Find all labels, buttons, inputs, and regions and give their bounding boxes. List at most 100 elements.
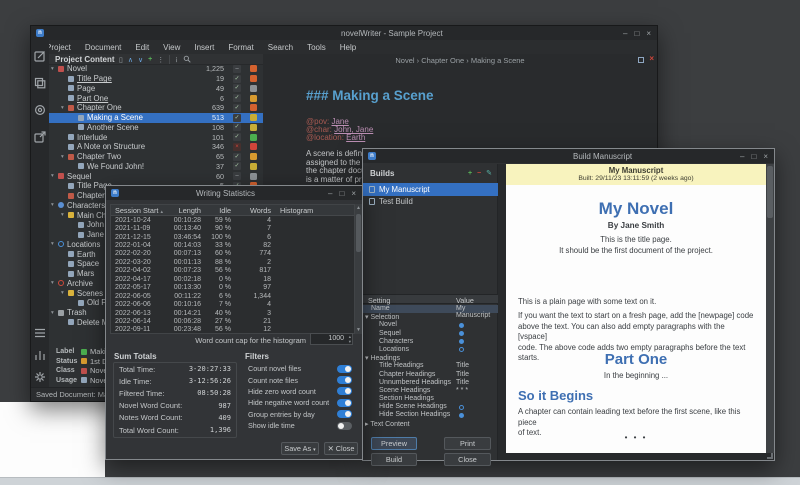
main-titlebar[interactable]: n novelWriter - Sample Project xyxy=(31,26,657,40)
bookmark-icon[interactable]: ▯ xyxy=(119,56,123,64)
col-session-start[interactable]: Session Start ▴ xyxy=(111,206,167,215)
cap-spinbox[interactable]: 1000▴▾ xyxy=(310,333,353,345)
tree-row[interactable]: Making a Scene 513 ✓ xyxy=(49,113,263,123)
writing-stats-icon[interactable] xyxy=(34,348,46,360)
scroll-up-icon[interactable]: ▲ xyxy=(355,205,362,211)
col-length[interactable]: Length xyxy=(167,206,201,215)
preview-scrollbar[interactable] xyxy=(766,164,774,453)
taskbar[interactable] xyxy=(0,477,800,485)
session-row[interactable]: 2022-02-20 00:07:13 60 % 774 xyxy=(111,250,354,258)
tree-row[interactable]: ▾ Chapter Two 65 ✓ xyxy=(49,152,263,162)
editor-close-icon[interactable]: × xyxy=(649,54,654,63)
table-header-row[interactable]: Session Start ▴ Length Idle Words Histog… xyxy=(111,205,354,216)
session-row[interactable]: 2022-01-04 00:14:03 33 % 82 xyxy=(111,241,354,249)
setting-toggle-dot[interactable] xyxy=(459,405,464,410)
stats-titlebar[interactable]: n Writing Statistics xyxy=(106,186,362,200)
preview-button[interactable]: Preview xyxy=(371,437,417,450)
add-item-icon[interactable]: + xyxy=(148,56,152,63)
setting-row[interactable]: Scene Headings * * * xyxy=(363,387,498,395)
expand-arrow-icon[interactable]: ▾ xyxy=(51,241,58,247)
tree-row[interactable]: ▾ Novel 1,225 – xyxy=(49,64,263,74)
tree-row[interactable]: We Found John! 37 ✓ xyxy=(49,162,263,172)
session-row[interactable]: 2022-06-14 00:06:28 27 % 21 xyxy=(111,317,354,325)
export-icon[interactable] xyxy=(34,130,46,142)
settings-gear-icon[interactable] xyxy=(34,370,46,382)
setting-toggle-dot[interactable] xyxy=(459,307,464,312)
setting-toggle-dot[interactable] xyxy=(459,339,464,344)
session-row[interactable]: 2022-06-05 00:11:22 6 % 1,344 xyxy=(111,292,354,300)
setting-toggle-dot[interactable] xyxy=(459,331,464,336)
menu-item[interactable]: Document xyxy=(78,43,128,52)
tree-row[interactable]: ▾ Sequel 60 – xyxy=(49,171,263,181)
session-row[interactable]: 2022-04-02 00:07:23 56 % 817 xyxy=(111,267,354,275)
minimize-icon[interactable]: – xyxy=(328,189,332,198)
setting-toggle-dot[interactable] xyxy=(459,347,464,352)
menu-item[interactable]: Help xyxy=(333,43,363,52)
expand-arrow-icon[interactable]: ▾ xyxy=(51,310,58,316)
expand-arrow-icon[interactable]: ▾ xyxy=(51,202,58,208)
active-checkbox[interactable]: ✓ xyxy=(233,104,241,112)
tree-row[interactable]: Page 49 ✓ xyxy=(49,84,263,94)
active-checkbox[interactable]: ✓ xyxy=(233,153,241,161)
build-list-item[interactable]: My Manuscript xyxy=(363,183,498,196)
search-icon[interactable] xyxy=(183,55,191,65)
active-checkbox[interactable]: ✓ xyxy=(233,133,241,141)
toggle-switch[interactable] xyxy=(337,387,352,395)
setting-toggle-dot[interactable] xyxy=(459,413,464,418)
col-idle[interactable]: Idle xyxy=(201,206,231,215)
active-checkbox[interactable]: ✓ xyxy=(233,94,241,102)
build-titlebar[interactable]: n Build Manuscript xyxy=(363,149,774,163)
edit-build-icon[interactable]: ✎ xyxy=(486,169,492,177)
expand-arrow-icon[interactable]: ▾ xyxy=(61,212,68,218)
remove-build-icon[interactable]: − xyxy=(477,170,481,177)
active-checkbox[interactable]: ✓ xyxy=(233,75,241,83)
menu-item[interactable]: Tools xyxy=(300,43,333,52)
setting-row[interactable]: Characters xyxy=(363,338,498,346)
resize-grip[interactable] xyxy=(767,453,773,459)
table-scrollbar[interactable]: ▲ ▼ xyxy=(355,204,362,334)
tree-row[interactable]: A Note on Structure 346 × xyxy=(49,142,263,152)
session-row[interactable]: 2021-10-24 00:10:28 59 % 4 xyxy=(111,216,354,224)
meta-value[interactable]: Earth xyxy=(346,133,365,142)
toggle-switch[interactable] xyxy=(337,365,352,373)
setting-row[interactable]: Title Headings Title xyxy=(363,362,498,370)
setting-row[interactable]: ▾ Selection xyxy=(363,313,498,321)
setting-toggle-dot[interactable] xyxy=(459,364,464,369)
setting-row[interactable]: Sequel xyxy=(363,330,498,338)
spinner-arrows-icon[interactable]: ▴▾ xyxy=(349,334,351,344)
maximize-icon[interactable]: □ xyxy=(751,152,756,161)
move-up-icon[interactable]: ∧ xyxy=(128,56,133,64)
active-checkbox[interactable]: ✓ xyxy=(233,114,241,122)
session-row[interactable]: 2021-11-09 00:13:40 90 % 7 xyxy=(111,224,354,232)
tree-row[interactable]: Interlude 101 ✓ xyxy=(49,132,263,142)
setting-row[interactable]: Unnumbered Headings Title xyxy=(363,379,498,387)
menu-item[interactable]: Edit xyxy=(128,43,156,52)
editor-maximize-icon[interactable] xyxy=(638,57,644,63)
setting-row[interactable]: Novel xyxy=(363,321,498,329)
active-checkbox[interactable]: × xyxy=(233,143,241,151)
menu-item[interactable]: View xyxy=(156,43,187,52)
setting-toggle-dot[interactable] xyxy=(459,372,464,377)
active-checkbox[interactable]: ✓ xyxy=(233,84,241,92)
close-icon[interactable]: × xyxy=(351,189,356,198)
session-row[interactable]: 2022-06-06 00:10:16 7 % 4 xyxy=(111,300,354,308)
setting-toggle-dot[interactable] xyxy=(459,323,464,328)
toggle-switch[interactable] xyxy=(337,376,352,384)
col-histogram[interactable]: Histogram xyxy=(271,206,354,215)
minimize-icon[interactable]: – xyxy=(740,152,744,161)
active-checkbox[interactable]: – xyxy=(233,172,241,180)
build-list-item[interactable]: Test Build xyxy=(363,196,498,209)
tree-row[interactable]: Another Scene 108 ✓ xyxy=(49,123,263,133)
setting-row[interactable]: ▸ Text Content xyxy=(363,420,498,428)
minimize-icon[interactable]: – xyxy=(623,29,627,38)
scrollbar-thumb[interactable] xyxy=(356,214,361,252)
expand-arrow-icon[interactable]: ▾ xyxy=(61,105,68,111)
scroll-down-icon[interactable]: ▼ xyxy=(355,327,362,333)
manuscript-page[interactable]: My Novel By Jane Smith This is the title… xyxy=(506,185,766,453)
session-row[interactable]: 2022-03-20 00:01:13 88 % 2 xyxy=(111,258,354,266)
menu-item[interactable]: Format xyxy=(221,43,260,52)
novel-view-icon[interactable] xyxy=(34,103,46,115)
tree-row[interactable]: Part One 6 ✓ xyxy=(49,93,263,103)
session-row[interactable]: 2021-12-15 03:46:54 100 % 6 xyxy=(111,233,354,241)
menu-item[interactable]: Search xyxy=(261,43,300,52)
